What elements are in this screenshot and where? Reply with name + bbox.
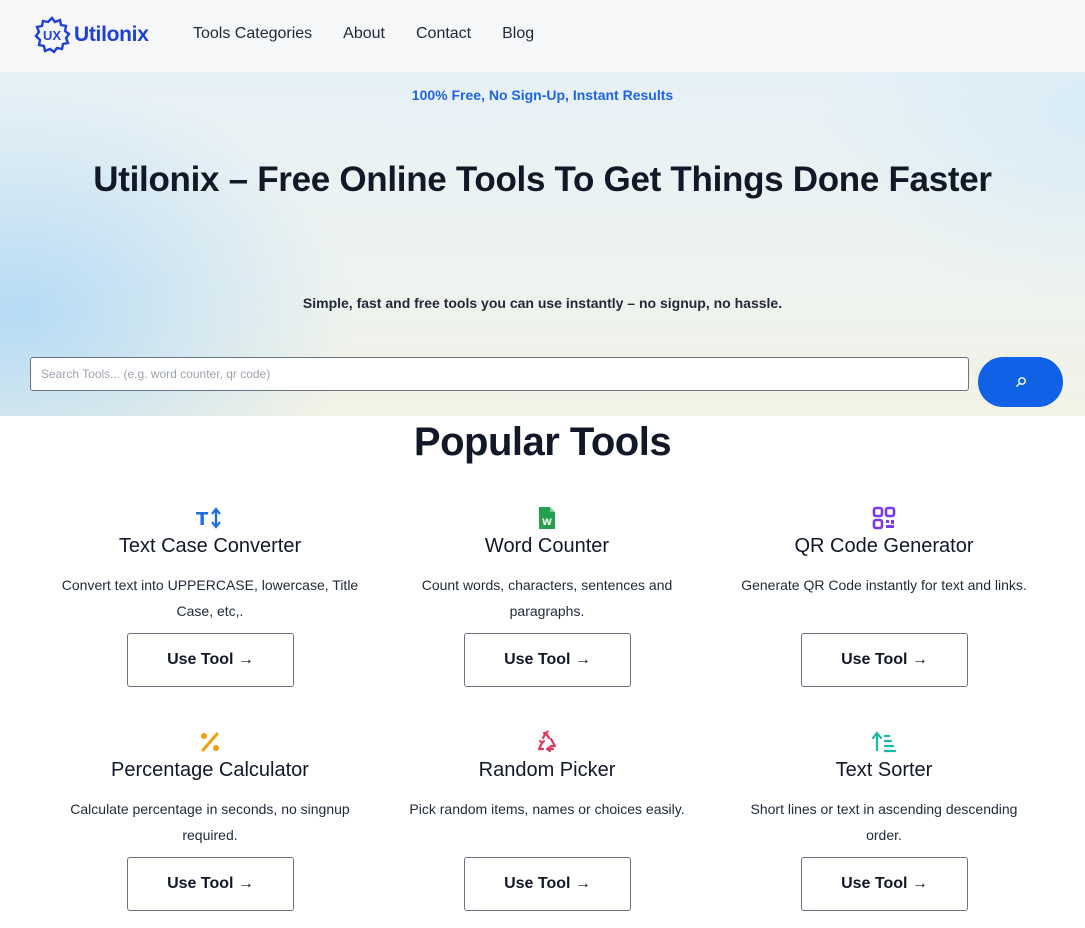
svg-text:T: T [196,509,209,530]
recycle-icon [382,729,712,755]
tool-title: Word Counter [484,535,610,557]
tool-description: Count words, characters, sentences and p… [421,577,673,619]
hero-badge: 100% Free, No Sign-Up, Instant Results [411,87,674,103]
text-case-icon: T [45,505,375,531]
qr-code-icon [719,505,1049,531]
hero-title: Utilonix – Free Online Tools To Get Thin… [93,160,992,199]
tool-title: Percentage Calculator [111,759,309,781]
use-tool-button-random-picker[interactable]: Use Tool → [464,857,631,911]
tool-description: Calculate percentage in seconds, no sing… [70,801,350,843]
nav-link-blog[interactable]: Blog [502,25,534,43]
use-tool-button-word-counter[interactable]: Use Tool → [464,633,631,687]
svg-text:W: W [542,518,552,528]
percent-icon [45,729,375,755]
tool-description: Convert text into UPPERCASE, lowercase, … [61,577,359,619]
use-tool-button-text-case-converter[interactable]: Use Tool → [127,633,294,687]
brand-gear-logo-icon: UX [34,16,71,54]
hero-section: 100% Free, No Sign-Up, Instant Results U… [0,72,1085,416]
use-tool-button-percentage-calculator[interactable]: Use Tool → [127,857,294,911]
brand-logo-letters: UX [43,28,61,43]
tool-description: Generate QR Code instantly for text and … [741,577,1027,593]
tool-title: Text Case Converter [118,535,302,557]
tool-title: QR Code Generator [794,535,974,557]
nav-links: Tools Categories About Contact Blog [193,25,565,43]
nav-link-tools-categories[interactable]: Tools Categories [193,25,312,43]
search-input[interactable] [30,357,969,391]
tool-title: Random Picker [478,759,616,781]
tool-title: Text Sorter [835,759,933,781]
word-document-icon: W [382,505,712,531]
nav-link-about[interactable]: About [343,25,385,43]
brand-logo-link[interactable]: UX Utilonix [32,15,149,55]
use-tool-button-qr-code-generator[interactable]: Use Tool → [801,633,968,687]
brand-name: Utilonix [74,23,149,46]
top-navbar: UX Utilonix Tools Categories About Conta… [0,0,1085,72]
nav-link-contact[interactable]: Contact [416,25,471,43]
popular-tools-heading: Popular Tools [413,420,672,464]
search-icon [1015,377,1026,387]
use-tool-button-text-sorter[interactable]: Use Tool → [801,857,968,911]
search-button[interactable] [978,357,1063,407]
tool-description: Short lines or text in ascending descend… [750,801,1018,843]
sort-ascending-icon [719,729,1049,755]
hero-subtitle: Simple, fast and free tools you can use … [302,295,783,311]
tool-description: Pick random items, names or choices easi… [409,801,685,817]
